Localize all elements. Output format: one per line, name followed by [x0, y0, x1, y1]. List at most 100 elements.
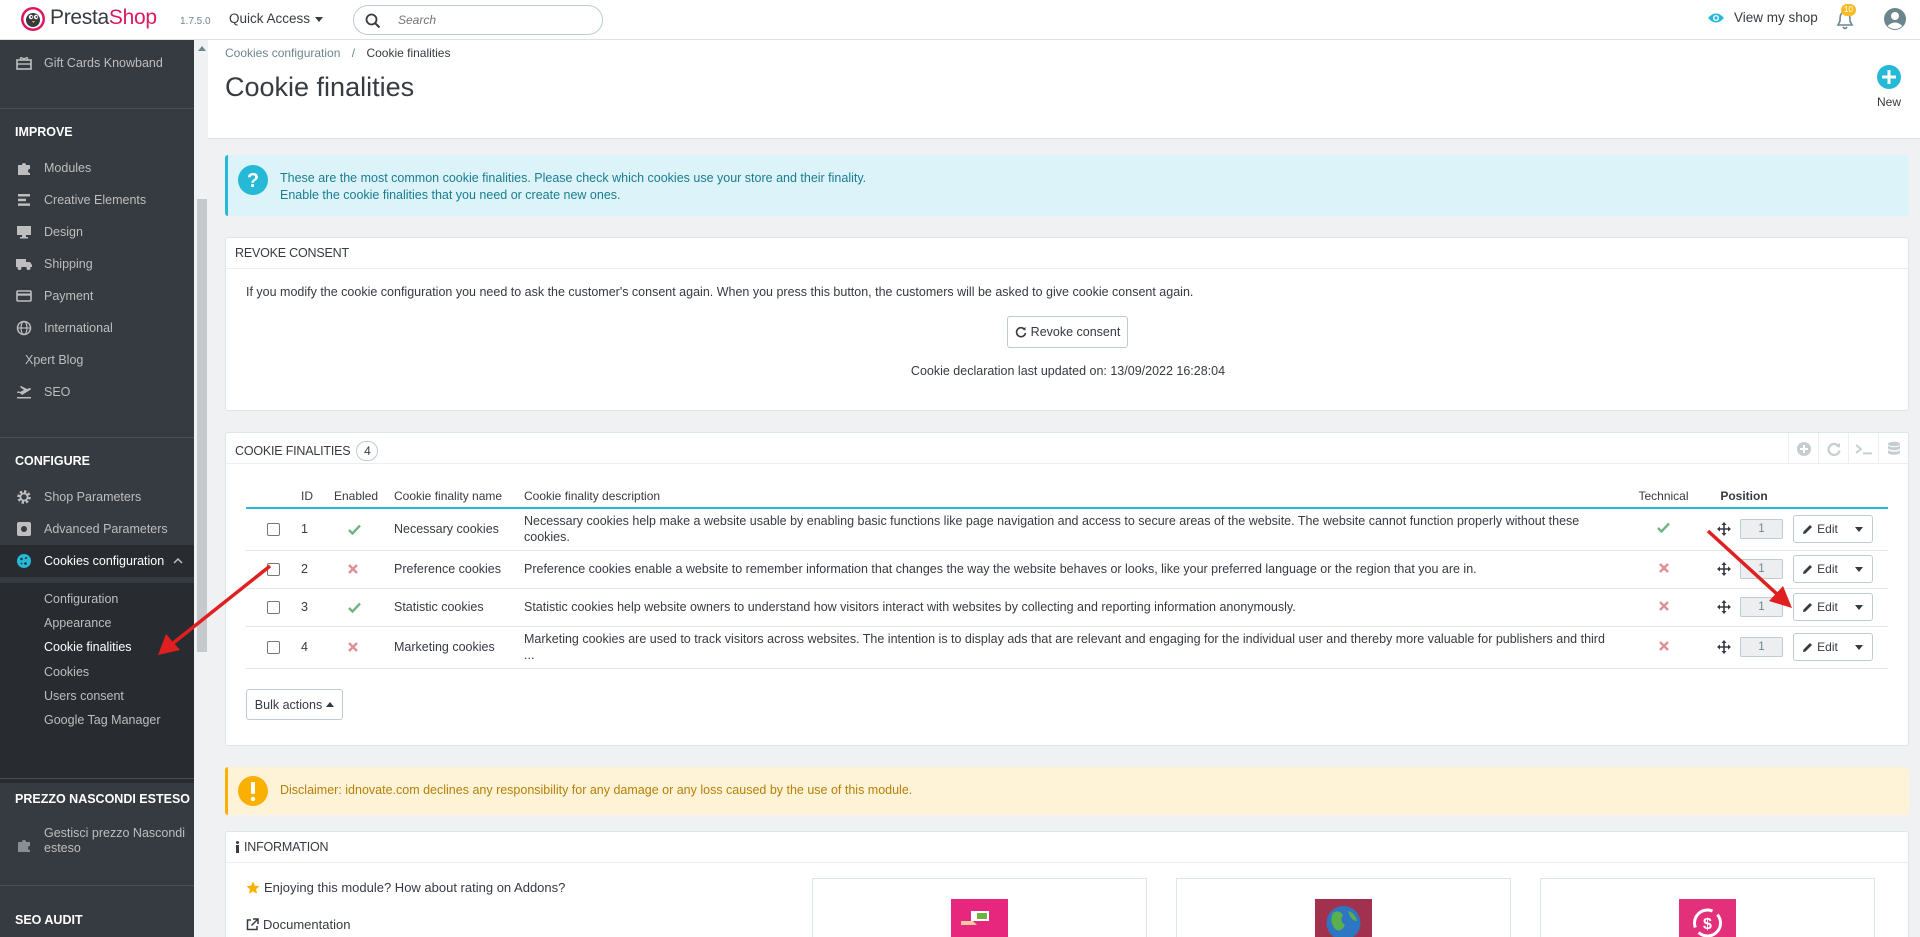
- sidebar-item-cookies-configuration[interactable]: Cookies configuration: [0, 545, 194, 577]
- row-checkbox[interactable]: [267, 522, 280, 536]
- sidebar-item-advanced-parameters[interactable]: Advanced Parameters: [0, 513, 194, 545]
- search-icon: [365, 13, 381, 29]
- search-box[interactable]: [353, 5, 603, 35]
- sidebar-item-payment[interactable]: Payment: [0, 280, 194, 312]
- sidebar-item-gift-cards[interactable]: Gift Cards Knowband: [0, 47, 194, 79]
- search-input[interactable]: [398, 12, 588, 28]
- table-row[interactable]: 3 Statistic cookies Statistic cookies help…: [246, 588, 1888, 627]
- row-checkbox[interactable]: [267, 640, 280, 654]
- section-title-improve: IMPROVE: [15, 125, 73, 139]
- table-row[interactable]: 1 Necessary cookies Necessary cookies help…: [246, 508, 1888, 551]
- sidebar-subitem-appearance[interactable]: Appearance: [44, 616, 111, 630]
- technical-status: [1628, 550, 1699, 589]
- sidebar-subitem-cookie-finalities[interactable]: Cookie finalities: [44, 640, 132, 654]
- dollar-cycle-icon: $: [1679, 899, 1736, 937]
- sidebar-item-label: Advanced Parameters: [44, 522, 168, 536]
- edit-label: Edit: [1817, 640, 1838, 654]
- sidebar-item-xpert-blog[interactable]: Xpert Blog: [0, 344, 194, 376]
- edit-button[interactable]: Edit: [1794, 600, 1846, 614]
- sidebar-subitem-users-consent[interactable]: Users consent: [44, 689, 124, 703]
- cross-icon: [348, 564, 358, 574]
- addon-card[interactable]: $: [1540, 878, 1875, 937]
- view-shop-link[interactable]: View my shop: [1707, 10, 1818, 25]
- rating-link-label: Enjoying this module? How about rating o…: [264, 880, 566, 895]
- sidebar-item-shop-parameters[interactable]: Shop Parameters: [0, 481, 194, 513]
- enabled-toggle[interactable]: [330, 626, 390, 669]
- cross-icon: [348, 642, 358, 652]
- enabled-toggle[interactable]: [330, 550, 390, 589]
- information-heading: INFORMATION: [226, 832, 1908, 863]
- sidebar-scrollbar-thumb[interactable]: [197, 199, 207, 652]
- sidebar-item-design[interactable]: Design: [0, 216, 194, 248]
- drag-move-icon[interactable]: [1717, 600, 1731, 614]
- sidebar-subitem-cookies[interactable]: Cookies: [44, 665, 89, 679]
- brand-name[interactable]: PrestaShop: [50, 6, 157, 30]
- column-header-position[interactable]: Position: [1699, 485, 1789, 509]
- row-checkbox[interactable]: [267, 562, 280, 576]
- sidebar-item-international[interactable]: International: [0, 312, 194, 344]
- edit-button[interactable]: Edit: [1794, 562, 1846, 576]
- sidebar-item-label: Cookies configuration: [44, 554, 165, 568]
- sidebar-nav: Gift Cards Knowband IMPROVE Modules Crea…: [0, 40, 194, 937]
- refresh-list-icon[interactable]: [1818, 433, 1848, 464]
- user-avatar-icon[interactable]: [1883, 7, 1907, 31]
- edit-dropdown-toggle[interactable]: [1846, 556, 1872, 582]
- drag-move-icon[interactable]: [1717, 562, 1731, 576]
- cross-icon: [1658, 563, 1669, 573]
- edit-button-group: Edit: [1793, 515, 1873, 544]
- edit-button[interactable]: Edit: [1794, 522, 1846, 536]
- gear-icon: [15, 488, 33, 506]
- actions-cell: Edit: [1789, 626, 1888, 669]
- column-header-description[interactable]: Cookie finality description: [520, 485, 1628, 509]
- star-icon: [246, 881, 260, 894]
- revoke-consent-button[interactable]: Revoke consent: [1007, 316, 1128, 348]
- table-row[interactable]: 2 Preference cookies Preference cookies en…: [246, 550, 1888, 589]
- edit-button-group: Edit: [1793, 593, 1873, 621]
- disclaimer-alert: Disclaimer: idnovate.com declines any re…: [225, 767, 1909, 815]
- view-shop-label: View my shop: [1734, 10, 1818, 25]
- column-header-enabled[interactable]: Enabled: [330, 485, 390, 509]
- edit-dropdown-toggle[interactable]: [1846, 516, 1872, 542]
- addon-card[interactable]: [1176, 878, 1511, 937]
- finality-description: Necessary cookies help make a website us…: [520, 508, 1628, 551]
- breadcrumb-parent-link[interactable]: Cookies configuration: [225, 46, 340, 60]
- enabled-toggle[interactable]: [330, 588, 390, 627]
- globe-icon: [15, 319, 33, 337]
- edit-dropdown-toggle[interactable]: [1846, 634, 1872, 660]
- scroll-up-arrow-icon[interactable]: [198, 45, 206, 51]
- drag-move-icon[interactable]: [1717, 640, 1731, 654]
- sidebar-item-modules[interactable]: Modules: [0, 152, 194, 184]
- column-header-name[interactable]: Cookie finality name: [390, 485, 520, 509]
- column-header-id[interactable]: ID: [297, 485, 330, 509]
- edit-button[interactable]: Edit: [1794, 640, 1846, 654]
- sidebar-subitem-configuration[interactable]: Configuration: [44, 592, 118, 606]
- position-cell: 1: [1699, 588, 1789, 627]
- technical-status: [1628, 626, 1699, 669]
- sidebar-item-seo[interactable]: SEO: [0, 376, 194, 408]
- drag-move-icon[interactable]: [1717, 522, 1731, 537]
- sidebar-item-shipping[interactable]: Shipping: [0, 248, 194, 280]
- pencil-icon: [1803, 602, 1813, 612]
- database-icon[interactable]: [1878, 433, 1908, 464]
- info-icon: [236, 841, 239, 853]
- documentation-link[interactable]: Documentation: [246, 917, 350, 932]
- bulk-actions-button[interactable]: Bulk actions: [246, 689, 343, 720]
- gift-icon: [15, 54, 33, 72]
- quick-access-dropdown[interactable]: Quick Access: [229, 11, 324, 26]
- prestashop-logo-icon[interactable]: [20, 6, 46, 32]
- edit-dropdown-toggle[interactable]: [1846, 594, 1872, 620]
- column-header-technical[interactable]: Technical: [1628, 485, 1699, 509]
- rating-link[interactable]: Enjoying this module? How about rating o…: [246, 880, 565, 895]
- add-new-button[interactable]: New: [1876, 64, 1902, 109]
- enabled-toggle[interactable]: [330, 508, 390, 551]
- refresh-icon: [1015, 326, 1026, 338]
- sidebar-item-gestisci-prezzo[interactable]: Gestisci prezzo Nascondi esteso: [0, 826, 194, 866]
- table-row[interactable]: 4 Marketing cookies Marketing cookies are …: [246, 626, 1888, 669]
- add-icon[interactable]: [1788, 433, 1818, 464]
- sidebar-item-creative-elements[interactable]: Creative Elements: [0, 184, 194, 216]
- sidebar-subitem-google-tag-manager[interactable]: Google Tag Manager: [44, 713, 161, 727]
- position-value: 1: [1740, 637, 1783, 657]
- row-checkbox[interactable]: [267, 600, 280, 614]
- terminal-icon[interactable]: [1848, 433, 1878, 464]
- addon-card[interactable]: [812, 878, 1147, 937]
